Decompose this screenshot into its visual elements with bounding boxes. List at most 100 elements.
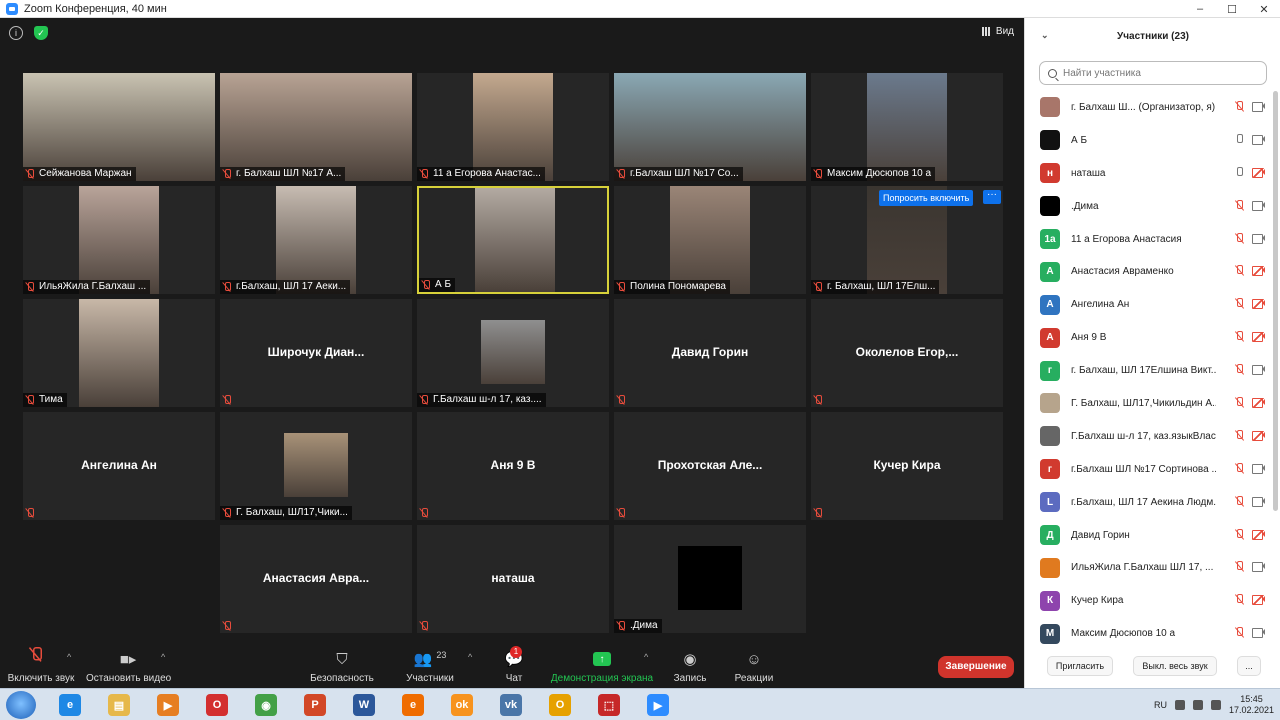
video-tile[interactable]: Ангелина Ан <box>23 412 215 520</box>
participant-row[interactable]: М Максим Дюсюпов 10 а <box>1025 617 1271 650</box>
mic-off-icon <box>419 169 429 179</box>
start-button[interactable] <box>6 691 36 719</box>
participant-row[interactable]: А Аня 9 В <box>1025 321 1271 354</box>
participant-label: Тима <box>23 393 67 407</box>
participant-video <box>867 73 947 181</box>
video-options-caret[interactable]: ^ <box>161 652 165 662</box>
video-tile[interactable]: г. Балхаш, ШЛ 17Елш... Попросить включить… <box>811 186 1003 294</box>
taskbar-vk-icon[interactable]: vk <box>493 693 529 717</box>
info-icon[interactable]: i <box>9 26 23 40</box>
audio-options-caret[interactable]: ^ <box>67 652 71 662</box>
volume-icon[interactable] <box>1192 700 1203 710</box>
stop-video-button[interactable]: ■▸ Остановить видео <box>86 648 171 684</box>
video-tile[interactable]: А Б <box>417 186 609 294</box>
close-button[interactable]: ✕ <box>1248 0 1280 18</box>
chat-button[interactable]: 💬 1 Чат <box>498 646 530 684</box>
participant-row[interactable]: К Кучер Кира <box>1025 584 1271 617</box>
share-options-caret[interactable]: ^ <box>644 652 648 662</box>
participant-row[interactable]: н наташа <box>1025 157 1271 190</box>
video-tile[interactable]: Давид Горин <box>614 299 806 407</box>
participant-video <box>473 73 553 181</box>
taskbar-outlook-icon[interactable]: O <box>542 693 578 717</box>
video-tile[interactable]: наташа <box>417 525 609 633</box>
video-tile[interactable]: Г. Балхаш, ШЛ17,Чики... <box>220 412 412 520</box>
chevron-down-icon[interactable]: ⌄ <box>1041 30 1049 41</box>
participant-row[interactable]: Г.Балхаш ш-л 17, каз.языкВлас... <box>1025 420 1271 453</box>
taskbar-chrome-icon[interactable]: ◉ <box>248 693 284 717</box>
participants-options-caret[interactable]: ^ <box>468 652 472 662</box>
taskbar-odnoklassniki-icon[interactable]: ok <box>444 693 480 717</box>
panel-footer: Пригласить Выкл. весь звук ... <box>1025 654 1280 680</box>
participant-row[interactable]: А Ангелина Ан <box>1025 288 1271 321</box>
video-tile[interactable]: Г.Балхаш ш-л 17, каз.... <box>417 299 609 407</box>
taskbar-pdf-icon[interactable]: ⬚ <box>591 693 627 717</box>
participant-row[interactable]: Г. Балхаш, ШЛ17,Чикильдин А... <box>1025 387 1271 420</box>
video-tile[interactable]: Аня 9 В <box>417 412 609 520</box>
record-button[interactable]: ◉ Запись <box>670 648 710 684</box>
tile-more-button[interactable]: ··· <box>983 190 1001 204</box>
video-tile[interactable]: Прохотская Але... <box>614 412 806 520</box>
video-tile[interactable]: Кучер Кира <box>811 412 1003 520</box>
mic-off-icon <box>616 169 626 179</box>
video-tile[interactable]: ИльяЖила Г.Балхаш ... <box>23 186 215 294</box>
participant-label-text: 11 а Егорова Анастас... <box>433 168 541 179</box>
video-tile[interactable]: Широчук Диан... <box>220 299 412 407</box>
mic-off-icon <box>222 169 232 179</box>
language-indicator[interactable]: RU <box>1154 700 1167 710</box>
video-tile[interactable]: Анастасия Авра... <box>220 525 412 633</box>
video-tile[interactable]: Полина Пономарева <box>614 186 806 294</box>
participant-name: Ангелина Ан <box>81 458 157 472</box>
clock[interactable]: 15:45 17.02.2021 <box>1229 694 1274 716</box>
unmute-button[interactable]: Включить звук <box>6 647 76 684</box>
taskbar-media-icon[interactable]: ▶ <box>150 693 186 717</box>
taskbar-ie-icon[interactable]: e <box>52 693 88 717</box>
participant-row[interactable]: А Б <box>1025 124 1271 157</box>
share-screen-button[interactable]: ↑ Демонстрация экрана <box>550 648 654 684</box>
invite-button[interactable]: Пригласить <box>1047 656 1113 676</box>
avatar: н <box>1040 163 1060 184</box>
taskbar-word-icon[interactable]: W <box>346 693 382 717</box>
participant-row[interactable]: Д Давид Горин <box>1025 519 1271 552</box>
participant-row[interactable]: г г. Балхаш, ШЛ 17Елшина Викт... <box>1025 354 1271 387</box>
taskbar-zoom-icon[interactable]: ▶ <box>640 693 676 717</box>
maximize-button[interactable]: ☐ <box>1216 0 1248 18</box>
participant-label: Г. Балхаш, ШЛ17,Чики... <box>220 506 352 520</box>
participant-name: 11 а Егорова Анастасия <box>1071 233 1182 245</box>
participant-search-input[interactable]: Найти участника <box>1039 61 1267 85</box>
taskbar-powerpoint-icon[interactable]: P <box>297 693 333 717</box>
network-icon[interactable] <box>1174 700 1185 710</box>
taskbar-explorer-icon[interactable]: ▤ <box>101 693 137 717</box>
taskbar-opera-icon[interactable]: O <box>199 693 235 717</box>
participant-row[interactable]: .Дима <box>1025 190 1271 223</box>
ask-to-unmute-button[interactable]: Попросить включить <box>879 190 974 206</box>
video-tile[interactable]: Максим Дюсюпов 10 а <box>811 73 1003 181</box>
view-button[interactable]: Вид <box>981 26 1014 37</box>
minimize-button[interactable]: – <box>1184 0 1216 18</box>
power-icon[interactable] <box>1210 700 1221 710</box>
video-tile[interactable]: г. Балхаш ШЛ №17 А... <box>220 73 412 181</box>
video-tile[interactable]: 11 а Егорова Анастас... <box>417 73 609 181</box>
participant-row[interactable]: 1а 11 а Егорова Анастасия <box>1025 223 1271 256</box>
video-tile[interactable]: Околелов Егор,... <box>811 299 1003 407</box>
participant-list-scrollbar[interactable] <box>1273 91 1278 511</box>
encryption-shield-icon[interactable]: ✓ <box>34 26 48 40</box>
video-tile[interactable]: г.Балхаш, ШЛ 17 Аеки... <box>220 186 412 294</box>
participant-row[interactable]: ИльяЖила Г.Балхаш ШЛ 17, ... <box>1025 551 1271 584</box>
video-tile[interactable]: .Дима <box>614 525 806 633</box>
video-tile[interactable]: Сейжанова Маржан <box>23 73 215 181</box>
end-meeting-button[interactable]: Завершение <box>938 656 1014 678</box>
reactions-button[interactable]: ☺ Реакции <box>732 648 776 685</box>
participant-row[interactable]: А Анастасия Авраменко <box>1025 255 1271 288</box>
participant-row[interactable]: г. Балхаш Ш... (Организатор, я) <box>1025 91 1271 124</box>
participant-row[interactable]: Lг.Балхаш, ШЛ 17 Аекина Людм... <box>1025 486 1271 519</box>
participants-button[interactable]: 👥 23 Участники <box>402 648 458 684</box>
security-button[interactable]: ⛉ Безопасность <box>308 648 376 685</box>
video-tile[interactable]: Тима <box>23 299 215 407</box>
taskbar-firefox-icon[interactable]: e <box>395 693 431 717</box>
participant-row[interactable]: г г.Балхаш ШЛ №17 Сортинова ... <box>1025 453 1271 486</box>
participant-label: г.Балхаш ШЛ №17 Со... <box>614 167 743 181</box>
mute-all-button[interactable]: Выкл. весь звук <box>1133 656 1217 676</box>
avatar: г <box>1040 360 1060 381</box>
video-tile[interactable]: г.Балхаш ШЛ №17 Со... <box>614 73 806 181</box>
panel-more-button[interactable]: ... <box>1237 656 1261 676</box>
